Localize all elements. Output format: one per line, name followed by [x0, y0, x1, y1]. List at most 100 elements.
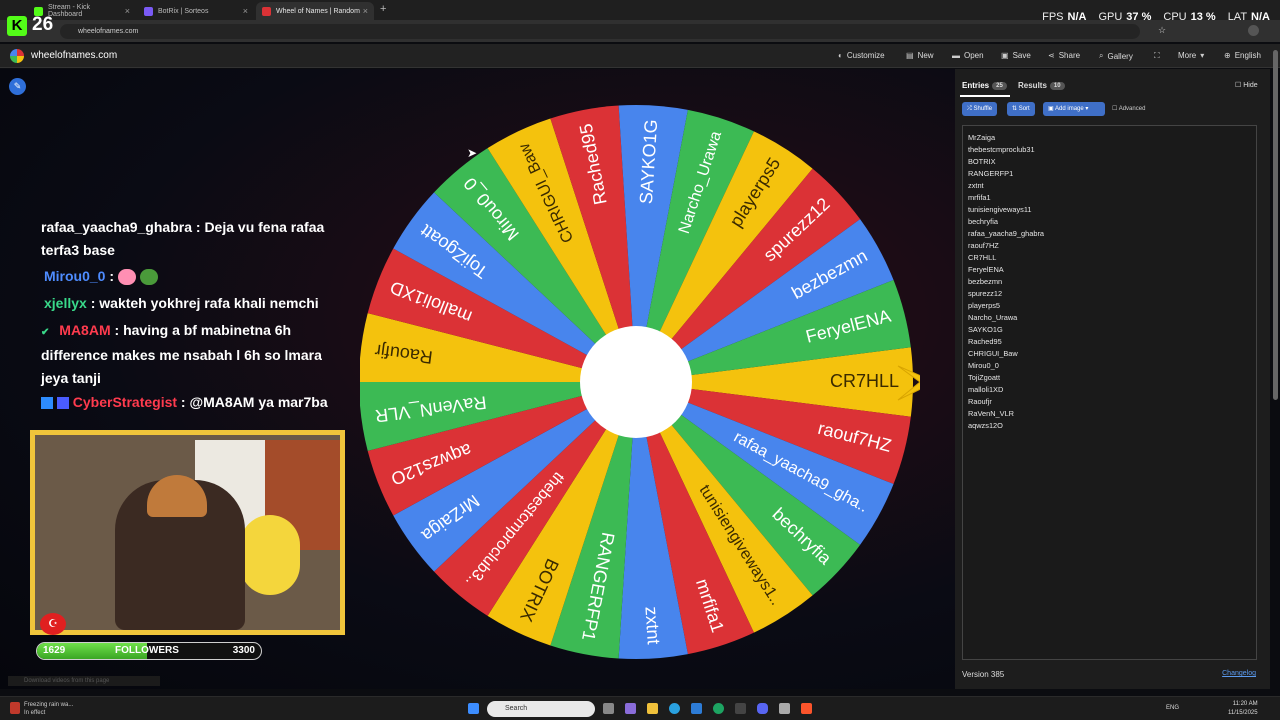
- menu-gallery-button[interactable]: ⌕ Gallery: [1099, 51, 1133, 61]
- weather-widget[interactable]: Freezing rain wa... In effect: [24, 701, 73, 717]
- menu-save-button[interactable]: ▣ Save: [1001, 51, 1031, 60]
- app-icon[interactable]: [735, 703, 746, 714]
- stat-gpu: GPU 37 %: [1098, 11, 1152, 23]
- shuffle-icon: ⤮: [967, 106, 972, 112]
- menu-english-button[interactable]: ⊕ English: [1224, 51, 1261, 60]
- hide-checkbox[interactable]: ☐ Hide: [1235, 81, 1258, 89]
- entry-line: RaVenN_VLR: [968, 409, 1015, 418]
- url-field[interactable]: wheelofnames.com: [60, 24, 1140, 39]
- store-icon[interactable]: [691, 703, 702, 714]
- entry-line: Rached95: [968, 337, 1002, 346]
- menu-customize-button[interactable]: ◐ Customize: [838, 51, 885, 60]
- entry-line: CHRIGUI_Baw: [968, 349, 1018, 358]
- file-explorer-icon[interactable]: [647, 703, 658, 714]
- close-icon[interactable]: ×: [125, 6, 130, 16]
- bookmark-star-icon[interactable]: ☆: [1158, 25, 1166, 36]
- entry-line: Mirou0_0: [968, 361, 999, 370]
- add-image-button[interactable]: ▣ Add image ▾: [1043, 102, 1105, 116]
- emote-icon: [117, 269, 136, 286]
- performance-stats: FPS N/A GPU 37 % CPU 13 % LAT N/A: [1042, 11, 1270, 23]
- tab-entries[interactable]: Entries 25: [962, 81, 1007, 90]
- close-icon[interactable]: ×: [243, 6, 248, 16]
- entry-line: zxtnt: [968, 181, 984, 190]
- chat-message: Mirou0_0 :: [44, 265, 158, 288]
- followers-label: FOLLOWERS: [115, 645, 179, 656]
- sort-button[interactable]: ⇅ Sort: [1007, 102, 1035, 116]
- language-indicator[interactable]: ENG: [1166, 705, 1179, 711]
- entry-line: FeryelENA: [968, 265, 1004, 274]
- image-icon: ▣: [1048, 106, 1054, 112]
- menu-fullscreen-button[interactable]: ⛶: [1154, 51, 1164, 61]
- followers-current: 1629: [43, 645, 66, 656]
- entry-line: thebestcmproclub31: [968, 145, 1035, 154]
- pepe-emote-icon: [139, 269, 158, 286]
- stat-fps: FPS N/A: [1042, 11, 1087, 23]
- entry-line: Raoufjr: [968, 397, 992, 406]
- edit-pencil-button[interactable]: ✎: [9, 78, 26, 95]
- tab-results[interactable]: Results 10: [1018, 81, 1065, 90]
- close-icon[interactable]: ×: [363, 6, 368, 16]
- chat-text: terfa3 base: [41, 242, 115, 258]
- entry-line: bechryfia: [968, 217, 998, 226]
- menu-label: Customize: [846, 51, 885, 60]
- chat-text: :: [105, 268, 115, 284]
- browser-tab[interactable]: BotRix | Sorteos ×: [138, 2, 254, 20]
- new-tab-button[interactable]: +: [380, 3, 386, 15]
- stat-lat: LAT N/A: [1227, 11, 1270, 23]
- name-wheel[interactable]: CR7HLLraouf7HZrafaa_yaacha9_gha..bechryf…: [360, 104, 920, 664]
- site-logo-icon[interactable]: [10, 49, 24, 63]
- brave-icon[interactable]: [801, 703, 812, 714]
- chat-message: xjellyx : wakteh yokhrej rafa khali nemc…: [44, 292, 319, 315]
- taskbar-clock[interactable]: 11:20 AM 11/15/2025: [1228, 700, 1258, 718]
- page-scrollbar[interactable]: [1273, 50, 1278, 400]
- search-icon: ⌕: [1099, 51, 1104, 60]
- task-view-icon[interactable]: [603, 703, 614, 714]
- entry-line: RANGERFP1: [968, 169, 1014, 178]
- overlay-counter: 26: [32, 14, 54, 35]
- entries-textarea[interactable]: MrZaiga thebestcmproclub31 BOTRIX RANGERFP1…: [962, 125, 1257, 660]
- obs-icon[interactable]: [779, 703, 790, 714]
- chat-username: MA8AM: [59, 322, 111, 338]
- discord-icon[interactable]: [757, 703, 768, 714]
- chat-message: CyberStrategist : @MA8AM ya mar7ba: [41, 391, 328, 414]
- taskbar-search[interactable]: Search: [487, 701, 595, 717]
- entry-line: SAYKO1G: [968, 325, 1003, 334]
- app-icon[interactable]: [625, 703, 636, 714]
- tab-label: Stream - Kick Dashboard: [48, 4, 91, 18]
- menu-open-button[interactable]: ▬ Open: [952, 51, 984, 60]
- changelog-link[interactable]: Changelog: [1222, 670, 1256, 677]
- followers-goal: 3300: [232, 645, 255, 656]
- share-icon: ⋖: [1048, 51, 1055, 60]
- botrix-favicon-icon: [144, 6, 153, 16]
- advanced-checkbox[interactable]: ☐ Advanced: [1112, 105, 1145, 112]
- download-videos-banner[interactable]: Download videos from this page: [8, 676, 160, 686]
- kick-logo-icon: K: [7, 16, 27, 36]
- menu-label: Share: [1058, 51, 1081, 60]
- avatar[interactable]: [1248, 25, 1259, 36]
- site-header: wheelofnames.com ◐ Customize ▤ New ▬ Open ▣ Sav…: [0, 44, 1280, 68]
- menu-label: Open: [964, 51, 984, 60]
- chat-text: : @MA8AM ya mar7ba: [177, 394, 328, 410]
- entry-line: tunisiengiveways11: [968, 205, 1032, 214]
- menu-new-button[interactable]: ▤ New: [906, 51, 934, 60]
- entry-line: rafaa_yaacha9_ghabra: [968, 229, 1045, 238]
- webcam-feed: [30, 430, 345, 635]
- edge-icon[interactable]: [669, 703, 680, 714]
- site-name[interactable]: wheelofnames.com: [31, 50, 117, 61]
- shuffle-button[interactable]: ⤮ Shuffle: [962, 102, 998, 116]
- menu-more-button[interactable]: More ▾: [1178, 51, 1204, 60]
- menu-share-button[interactable]: ⋖ Share: [1048, 51, 1080, 60]
- chrome-icon[interactable]: [713, 703, 724, 714]
- globe-icon: ⊕: [1224, 51, 1231, 60]
- verified-badge-icon: ✔: [41, 327, 50, 338]
- wheel-center[interactable]: [580, 326, 692, 438]
- windows-start-icon[interactable]: [468, 703, 479, 714]
- browser-tab-active[interactable]: Wheel of Names | Random ×: [256, 2, 374, 20]
- chevron-down-icon: ▾: [1200, 51, 1205, 60]
- chat-text: : having a bf mabinetna 6h: [110, 322, 292, 338]
- new-file-icon: ▤: [906, 51, 914, 60]
- address-bar: wheelofnames.com ☆: [0, 20, 1280, 42]
- pikachu-plush: [240, 515, 300, 595]
- chat-text: : wakteh yokhrej rafa khali nemchi: [86, 295, 319, 311]
- chat-message: ✔ MA8AM : having a bf mabinetna 6h diffe…: [41, 319, 322, 390]
